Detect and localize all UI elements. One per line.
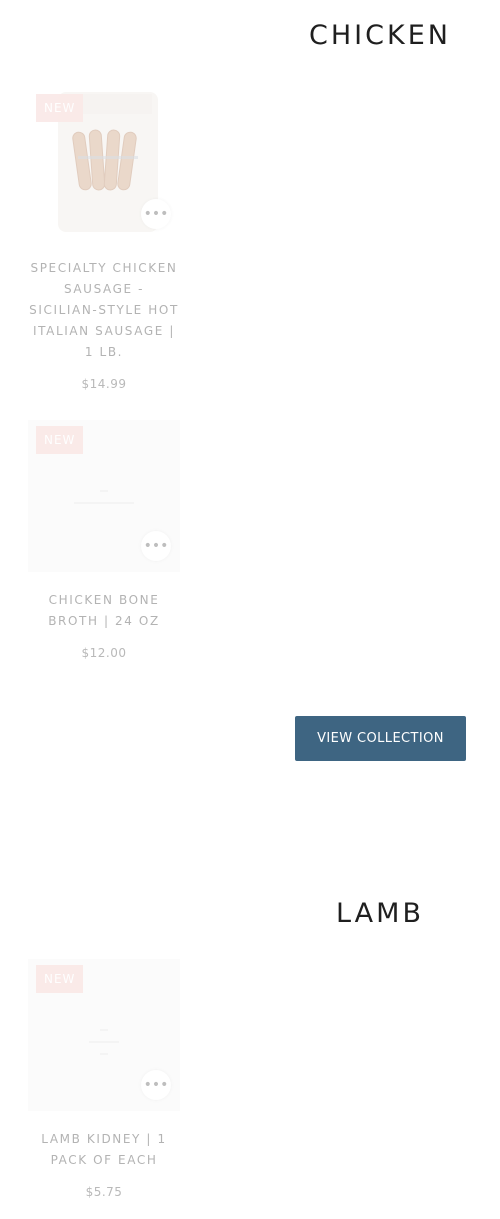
product-price: $14.99 (81, 377, 127, 391)
product-image[interactable]: NEW ••• (28, 88, 180, 240)
product-card[interactable]: NEW ••• SPECIALTY CHICKEN SAUSAGE - SICI… (28, 88, 180, 391)
view-collection-button[interactable]: VIEW COLLECTION (295, 716, 466, 761)
product-image[interactable]: NEW ••• (28, 959, 180, 1111)
section-title-chicken: CHICKEN (309, 20, 451, 51)
product-title[interactable]: SPECIALTY CHICKEN SAUSAGE - SICILIAN-STY… (28, 258, 180, 363)
product-card[interactable]: NEW ••• LAMB KIDNEY | 1 PACK OF EACH $5.… (28, 959, 180, 1199)
product-title[interactable]: CHICKEN BONE BROTH | 24 OZ (28, 590, 180, 632)
product-title[interactable]: LAMB KIDNEY | 1 PACK OF EACH (28, 1129, 180, 1171)
new-badge: NEW (36, 94, 84, 122)
new-badge: NEW (36, 426, 84, 454)
section-title-lamb: LAMB (336, 898, 424, 929)
ellipsis-icon[interactable]: ••• (141, 1070, 171, 1100)
image-placeholder (68, 1019, 140, 1065)
product-price: $12.00 (81, 646, 127, 660)
ellipsis-icon[interactable]: ••• (141, 199, 171, 229)
product-card[interactable]: NEW ••• CHICKEN BONE BROTH | 24 OZ $12.0… (28, 420, 180, 660)
image-placeholder (68, 480, 140, 514)
ellipsis-icon[interactable]: ••• (141, 531, 171, 561)
product-image[interactable]: NEW ••• (28, 420, 180, 572)
product-price: $5.75 (85, 1185, 123, 1199)
new-badge: NEW (36, 965, 84, 993)
